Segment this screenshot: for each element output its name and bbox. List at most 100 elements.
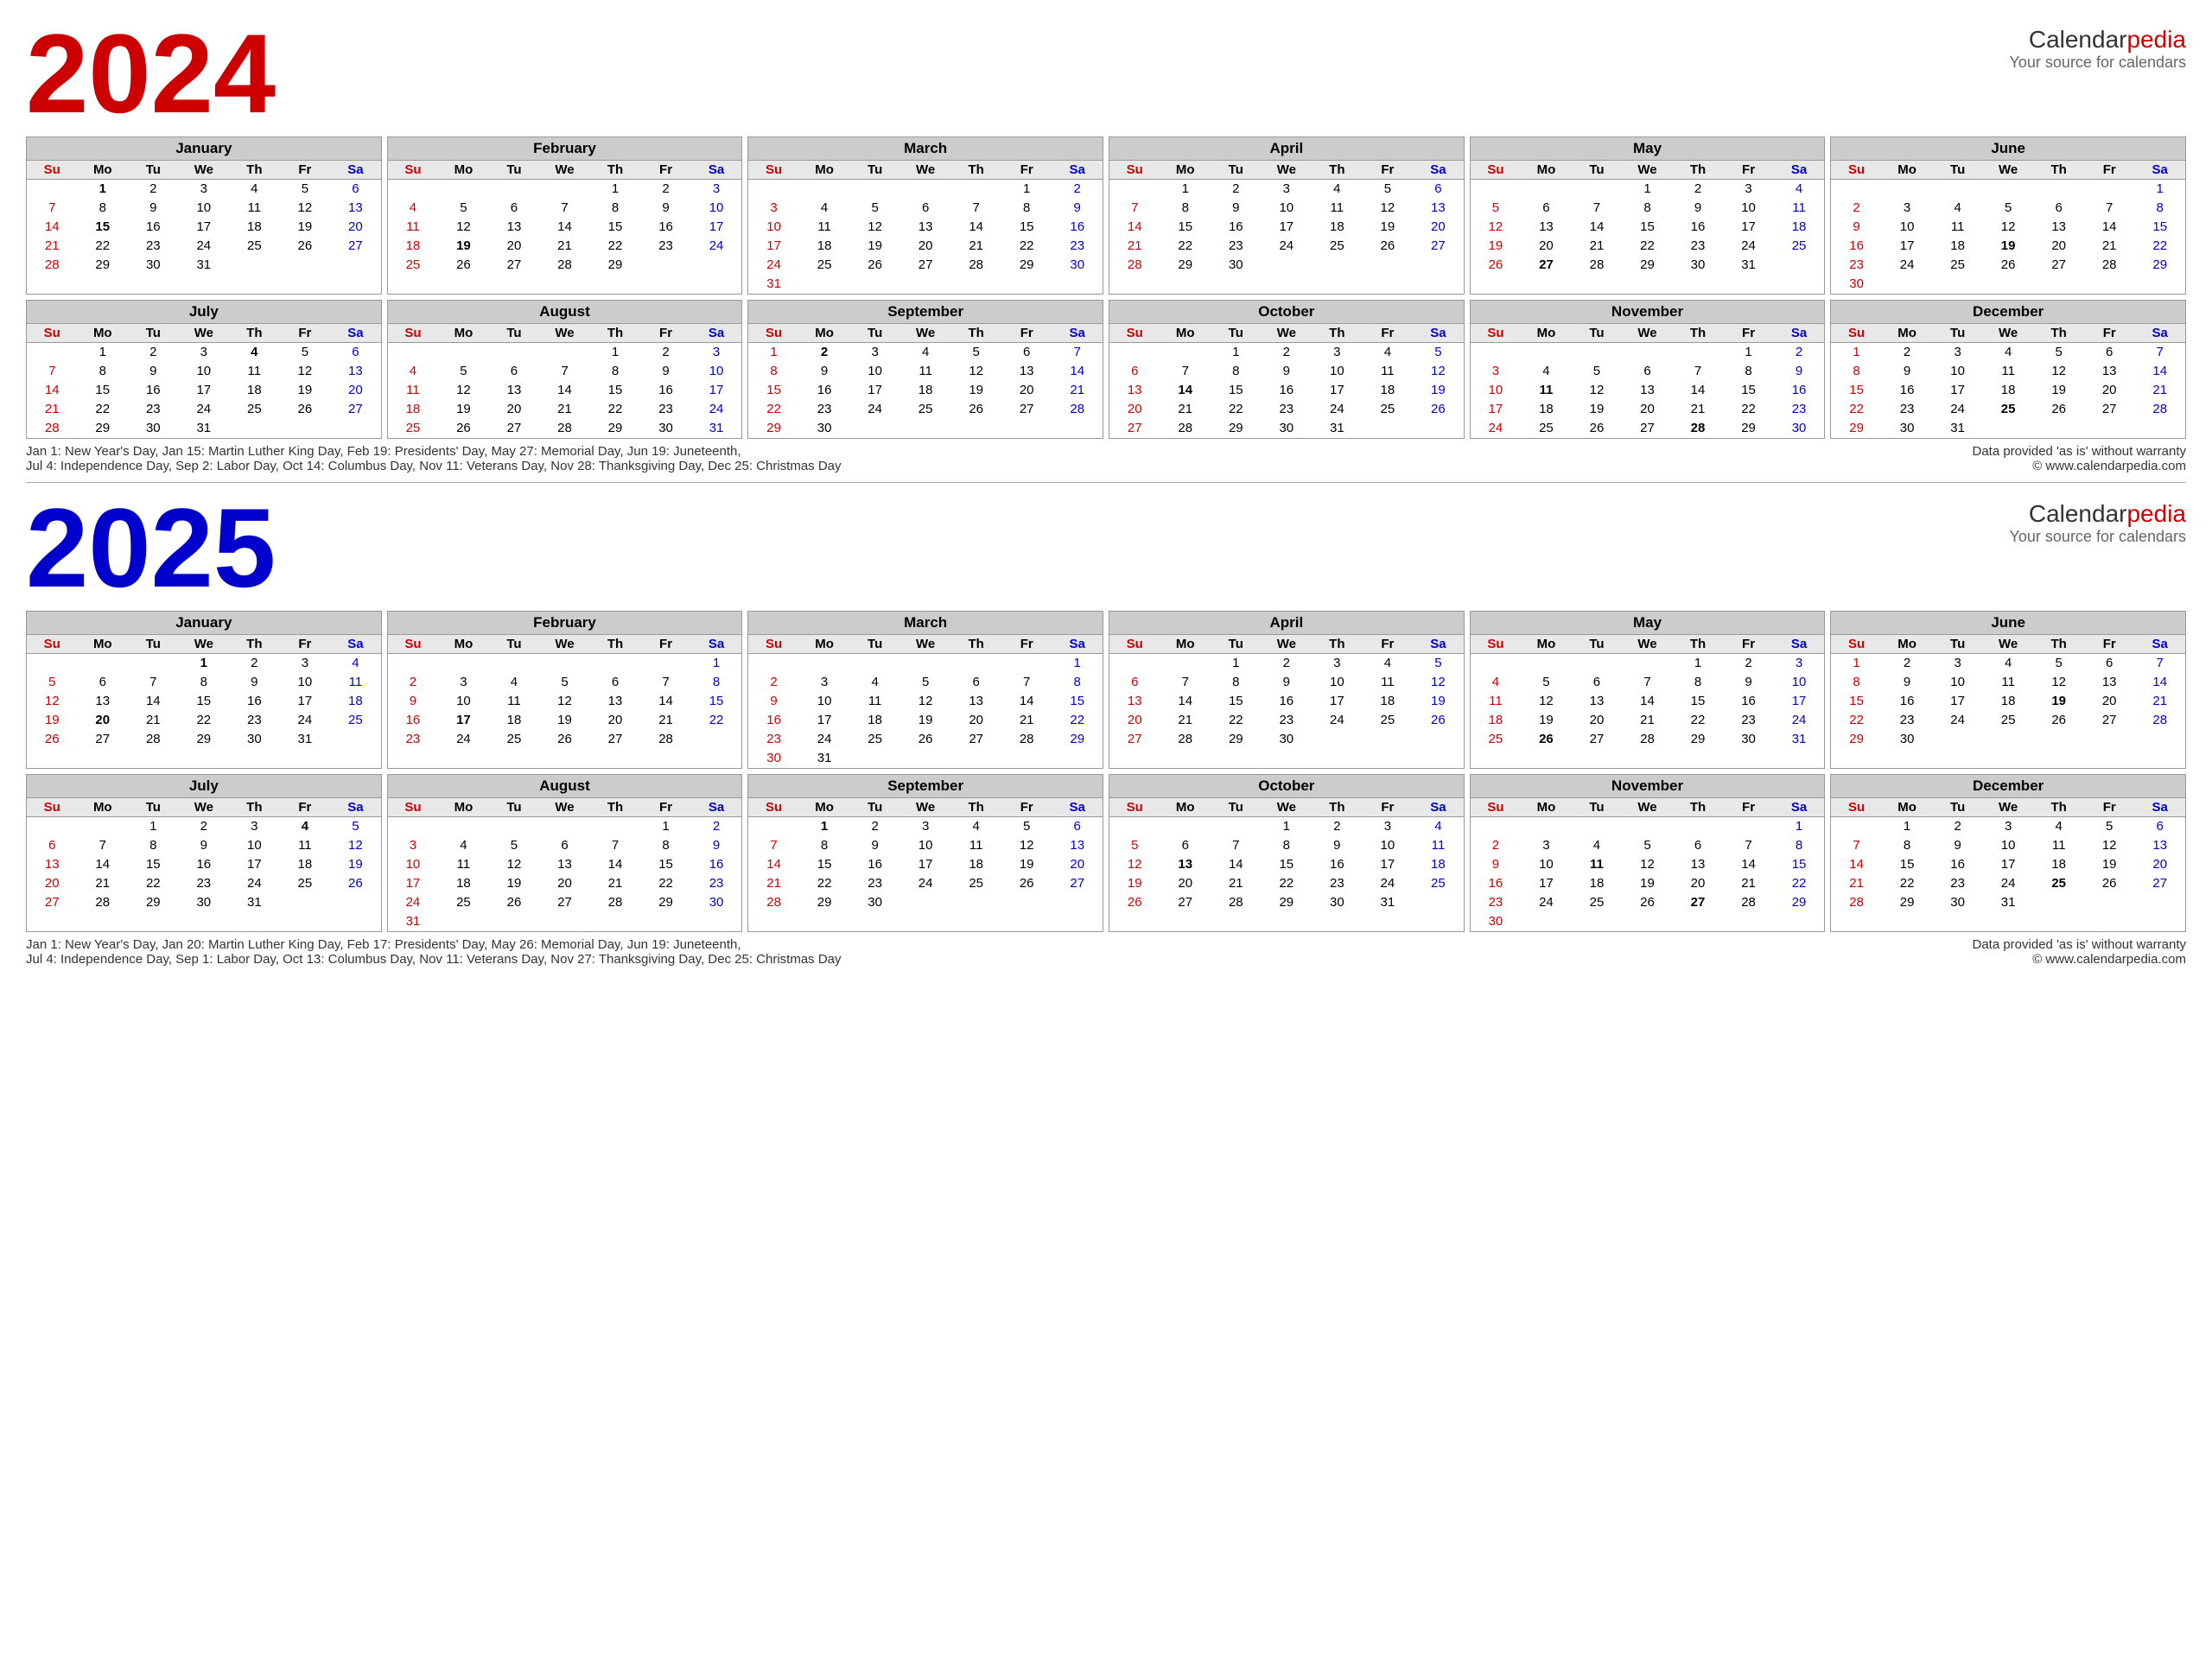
day-cell: 28	[640, 730, 691, 749]
day-empty	[1622, 654, 1673, 673]
dow-label: We	[900, 161, 951, 179]
day-cell: 16	[179, 855, 230, 874]
day-cell: 19	[330, 855, 381, 874]
day-cell: 11	[1312, 199, 1363, 218]
dow-label: Fr	[640, 635, 691, 653]
day-cell: 24	[1774, 711, 1825, 730]
day-cell: 23	[1312, 874, 1363, 893]
dow-label: Su	[1109, 161, 1160, 179]
day-cell: 28	[1572, 256, 1623, 275]
day-cell: 15	[640, 855, 691, 874]
day-cell: 10	[1363, 836, 1414, 855]
day-cell: 18	[1413, 855, 1464, 874]
day-cell: 6	[1673, 836, 1724, 855]
day-cell: 16	[1831, 237, 1882, 256]
day-cell: 17	[1882, 237, 1933, 256]
dow-label: Su	[1471, 324, 1522, 342]
month-calendar-november: NovemberSuMoTuWeThFrSa123456789101112131…	[1470, 774, 1826, 932]
day-cell: 18	[1774, 218, 1825, 237]
day-cell: 17	[691, 218, 742, 237]
dow-label: Th	[1312, 798, 1363, 816]
day-cell: 30	[1052, 256, 1103, 275]
day-cell: 5	[2033, 654, 2084, 673]
day-cell: 15	[590, 381, 641, 400]
day-cell: 11	[388, 218, 439, 237]
day-cell: 5	[438, 199, 489, 218]
day-empty	[1160, 654, 1211, 673]
day-cell: 4	[1413, 817, 1464, 836]
day-cell: 8	[691, 673, 742, 692]
calendars-grid-h1: JanuarySuMoTuWeThFrSa1234567891011121314…	[26, 611, 2186, 769]
day-cell: 19	[1572, 400, 1623, 419]
day-cell: 18	[849, 711, 900, 730]
day-cell: 5	[1001, 817, 1052, 836]
day-cell: 19	[27, 711, 78, 730]
day-cell: 28	[1160, 419, 1211, 438]
calendars-grid-h1: JanuarySuMoTuWeThFrSa1234567891011121314…	[26, 136, 2186, 295]
day-empty	[438, 180, 489, 199]
day-cell: 20	[1622, 400, 1673, 419]
holidays-line1: Jan 1: New Year's Day, Jan 20: Martin Lu…	[26, 937, 1972, 952]
day-cell: 30	[179, 893, 230, 912]
day-cell: 20	[900, 237, 951, 256]
day-cell: 1	[128, 817, 179, 836]
day-cell: 11	[1521, 381, 1572, 400]
dow-label: Fr	[1001, 635, 1052, 653]
day-cell: 1	[78, 343, 129, 362]
dow-label: Mo	[799, 161, 850, 179]
day-cell: 23	[1262, 400, 1313, 419]
day-cell: 26	[1572, 419, 1623, 438]
day-cell: 18	[489, 711, 540, 730]
day-cell: 19	[2084, 855, 2135, 874]
brand-name: Calendarpedia	[2010, 26, 2186, 54]
day-cell: 19	[1001, 855, 1052, 874]
day-cell: 2	[1262, 343, 1313, 362]
day-cell: 12	[1572, 381, 1623, 400]
day-cell: 27	[1673, 893, 1724, 912]
day-cell: 27	[590, 730, 641, 749]
day-cell: 27	[900, 256, 951, 275]
day-cell: 17	[900, 855, 951, 874]
day-cell: 30	[1673, 256, 1724, 275]
dow-label: Fr	[2084, 798, 2135, 816]
day-cell: 15	[1211, 692, 1262, 711]
day-empty	[489, 180, 540, 199]
day-cell: 25	[799, 256, 850, 275]
day-cell: 23	[128, 237, 179, 256]
month-calendar-march: MarchSuMoTuWeThFrSa123456789101112131415…	[747, 136, 1103, 295]
day-cell: 22	[691, 711, 742, 730]
dow-label: Su	[1471, 635, 1522, 653]
day-cell: 24	[691, 237, 742, 256]
day-empty	[1160, 817, 1211, 836]
day-cell: 29	[78, 419, 129, 438]
day-cell: 6	[1413, 180, 1464, 199]
day-cell: 12	[1413, 673, 1464, 692]
day-cell: 23	[799, 400, 850, 419]
day-cell: 19	[1471, 237, 1522, 256]
day-cell: 9	[1052, 199, 1103, 218]
day-cell: 3	[1471, 362, 1522, 381]
day-cell: 5	[27, 673, 78, 692]
dow-label: Sa	[1413, 324, 1464, 342]
dow-label: Mo	[1160, 798, 1211, 816]
day-cell: 22	[590, 237, 641, 256]
day-cell: 10	[1521, 855, 1572, 874]
day-cell: 6	[330, 180, 381, 199]
day-cell: 23	[1882, 711, 1933, 730]
dow-label: Tu	[1932, 324, 1983, 342]
day-cell: 22	[1831, 711, 1882, 730]
day-cell: 5	[280, 343, 331, 362]
day-empty	[2033, 180, 2084, 199]
dow-label: Tu	[1932, 798, 1983, 816]
day-cell: 16	[799, 381, 850, 400]
day-cell: 5	[1622, 836, 1673, 855]
day-cell: 1	[1052, 654, 1103, 673]
day-cell: 18	[1363, 692, 1414, 711]
day-cell: 28	[1109, 256, 1160, 275]
day-empty	[640, 654, 691, 673]
day-cell: 27	[1109, 419, 1160, 438]
day-cell: 20	[2084, 381, 2135, 400]
day-cell: 13	[330, 362, 381, 381]
day-cell: 8	[590, 199, 641, 218]
month-calendar-june: JuneSuMoTuWeThFrSa1234567891011121314151…	[1830, 611, 2186, 769]
